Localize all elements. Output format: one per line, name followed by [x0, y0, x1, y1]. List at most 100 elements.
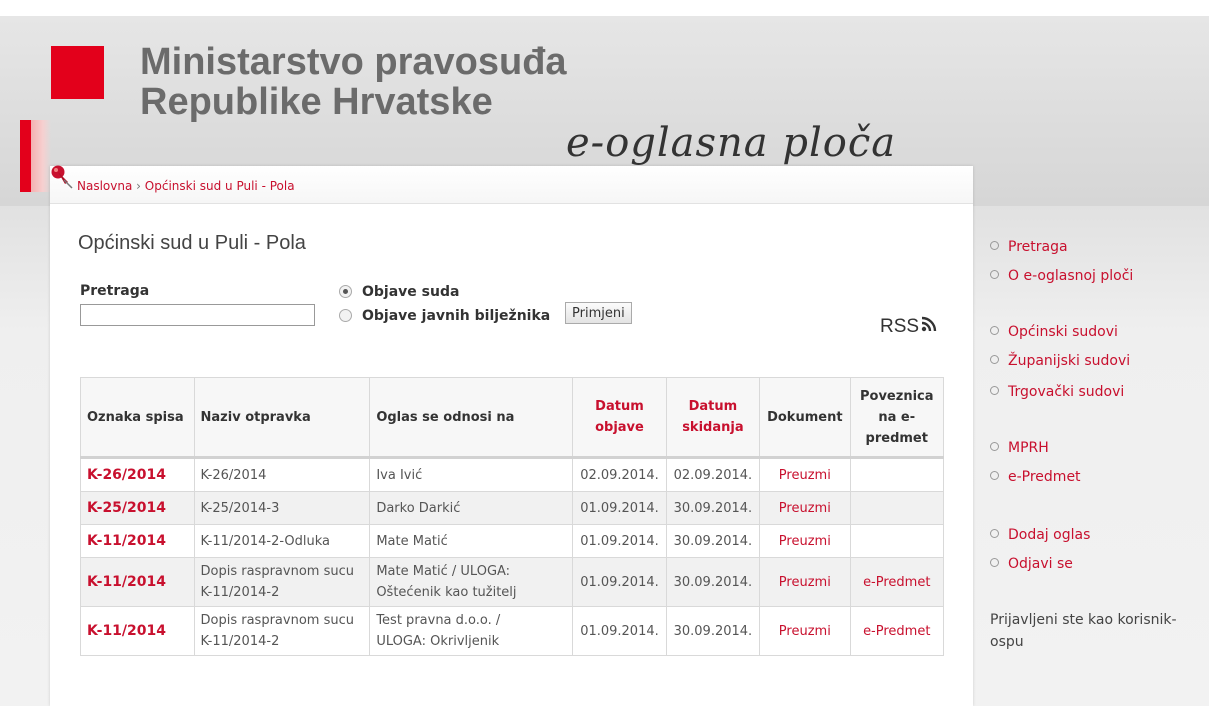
subject-line: Mate Matić / ULOGA:	[376, 564, 511, 579]
document-name-line: K-11/2014-2	[200, 634, 280, 649]
epredmet-link[interactable]: e-Predmet	[849, 606, 945, 656]
subject: Darko Darkić	[369, 491, 574, 525]
sidebar-item-municipal-courts[interactable]: Općinski sudovi	[990, 324, 1118, 340]
col-header-removed[interactable]: Datum skidanja	[665, 377, 761, 459]
sidebar-item-label: Općinski sudovi	[1008, 324, 1118, 340]
logo-bar	[20, 120, 31, 192]
subject: Mate Matić / ULOGA: Oštećenik kao tužite…	[369, 557, 574, 607]
sidebar-item-label: Odjavi se	[1008, 556, 1073, 572]
download-link[interactable]: Preuzmi	[759, 457, 851, 492]
bullet-icon	[990, 385, 999, 395]
case-number-link[interactable]: K-11/2014	[80, 524, 195, 558]
search-input[interactable]	[80, 304, 315, 326]
epredmet-link	[849, 524, 945, 558]
bullet-icon	[990, 441, 999, 451]
published-date: 01.09.2014.	[572, 524, 667, 558]
col-header-document: Dokument	[759, 377, 851, 459]
table-row: K-26/2014 K-26/2014 Iva Ivić 02.09.2014.…	[80, 457, 945, 492]
removal-date: 30.09.2014.	[665, 557, 761, 607]
table-row: K-25/2014 K-25/2014-3 Darko Darkić 01.09…	[80, 491, 945, 525]
breadcrumb-bar: Naslovna › Općinski sud u Puli - Pola	[50, 165, 973, 204]
bullet-icon	[990, 240, 999, 250]
col-header-epredmet: Poveznica na e-predmet	[849, 377, 945, 459]
breadcrumb-current: Općinski sud u Puli - Pola	[144, 179, 295, 193]
removal-date: 30.09.2014.	[665, 606, 761, 656]
sidebar-item-county-courts[interactable]: Županijski sudovi	[990, 353, 1130, 369]
published-date: 01.09.2014.	[572, 557, 667, 607]
breadcrumb-separator: ›	[136, 179, 141, 193]
download-link[interactable]: Preuzmi	[759, 491, 851, 525]
radio-court[interactable]	[339, 284, 352, 298]
sidebar-item-search[interactable]: Pretraga	[990, 239, 1068, 255]
ministry-line-1: Ministarstvo pravosuđa	[140, 41, 567, 83]
breadcrumb: Naslovna › Općinski sud u Puli - Pola	[77, 179, 295, 193]
download-link[interactable]: Preuzmi	[759, 606, 851, 656]
case-number-link[interactable]: K-11/2014	[80, 606, 195, 656]
table-row: K-11/2014 Dopis raspravnom sucu K-11/201…	[80, 557, 945, 607]
document-name-line: K-25/2014-3	[200, 500, 280, 516]
radio-court-option[interactable]: Objave suda	[339, 284, 459, 300]
rss-link[interactable]: RSS	[880, 316, 937, 338]
case-number-link[interactable]: K-26/2014	[80, 457, 195, 492]
bullet-icon	[990, 528, 999, 538]
col-header-published[interactable]: Datum objave	[572, 377, 667, 459]
removal-date: 02.09.2014.	[665, 457, 761, 492]
subject: Test pravna d.o.o. / ULOGA: Okrivljenik	[369, 606, 574, 656]
radio-notary-label: Objave javnih bilježnika	[362, 308, 551, 324]
removal-date: 30.09.2014.	[665, 491, 761, 525]
logo-square-large	[51, 46, 104, 99]
sidebar-item-mprh[interactable]: MPRH	[990, 440, 1049, 456]
published-date: 02.09.2014.	[572, 457, 667, 492]
sidebar-item-about[interactable]: O e-oglasnoj ploči	[990, 268, 1133, 284]
bullet-icon	[990, 470, 999, 480]
logged-in-note: Prijavljeni ste kao korisnik-ospu	[990, 612, 1177, 650]
sidebar-item-logout[interactable]: Odjavi se	[990, 556, 1073, 572]
radio-notary[interactable]	[339, 308, 352, 322]
subject-line: Darko Darkić	[376, 500, 461, 516]
document-name-line: Dopis raspravnom sucu	[200, 613, 354, 628]
case-number-link[interactable]: K-25/2014	[80, 491, 195, 525]
breadcrumb-home[interactable]: Naslovna	[77, 179, 132, 193]
rss-icon	[921, 316, 937, 332]
radio-court-label: Objave suda	[362, 284, 460, 300]
subject-line: ULOGA: Okrivljenik	[376, 634, 500, 649]
table-header-row: Oznaka spisa Naziv otpravka Oglas se odn…	[80, 377, 945, 459]
col-header-name[interactable]: Naziv otpravka	[193, 377, 371, 459]
radio-notary-option[interactable]: Objave javnih bilježnika	[339, 308, 550, 324]
rss-label: RSS	[880, 316, 920, 337]
pushpin-icon	[51, 165, 73, 189]
epredmet-link[interactable]: e-Predmet	[849, 557, 945, 607]
sidebar-item-epredmet[interactable]: e-Predmet	[990, 469, 1081, 485]
document-name-line: K-26/2014	[200, 467, 267, 483]
announcements-table: Oznaka spisa Naziv otpravka Oglas se odn…	[80, 377, 945, 656]
subject-line: Mate Matić	[376, 533, 448, 549]
case-number-link[interactable]: K-11/2014	[80, 557, 195, 607]
bullet-icon	[990, 325, 999, 335]
download-link[interactable]: Preuzmi	[759, 524, 851, 558]
sidebar-item-label: Pretraga	[1008, 239, 1068, 255]
subject: Mate Matić	[369, 524, 574, 558]
bullet-icon	[990, 557, 999, 567]
table-row: K-11/2014 Dopis raspravnom sucu K-11/201…	[80, 606, 945, 656]
document-name: K-25/2014-3	[193, 491, 371, 525]
sidebar-item-label: Trgovački sudovi	[1008, 384, 1125, 400]
document-name-line: Dopis raspravnom sucu	[200, 564, 354, 579]
document-name: K-11/2014-2-Odluka	[193, 524, 371, 558]
document-name: K-26/2014	[193, 457, 371, 492]
sidebar-item-label: Dodaj oglas	[1008, 527, 1091, 543]
apply-button[interactable]: Primjeni	[565, 302, 632, 324]
col-header-case[interactable]: Oznaka spisa	[80, 377, 195, 459]
sidebar-item-commercial-courts[interactable]: Trgovački sudovi	[990, 384, 1124, 400]
col-header-subject[interactable]: Oglas se odnosi na	[369, 377, 574, 459]
removal-date: 30.09.2014.	[665, 524, 761, 558]
document-name-line: K-11/2014-2-Odluka	[200, 533, 330, 549]
bullet-icon	[990, 269, 999, 279]
sidebar-item-add-notice[interactable]: Dodaj oglas	[990, 527, 1090, 543]
ministry-title: Ministarstvo pravosuđa Republike Hrvatsk…	[140, 42, 567, 122]
sidebar-item-label: MPRH	[1008, 440, 1049, 456]
subject: Iva Ivić	[369, 457, 574, 492]
subject-line: Iva Ivić	[376, 467, 423, 483]
ministry-line-2: Republike Hrvatske	[140, 81, 493, 123]
download-link[interactable]: Preuzmi	[759, 557, 851, 607]
document-name-line: K-11/2014-2	[200, 585, 280, 600]
